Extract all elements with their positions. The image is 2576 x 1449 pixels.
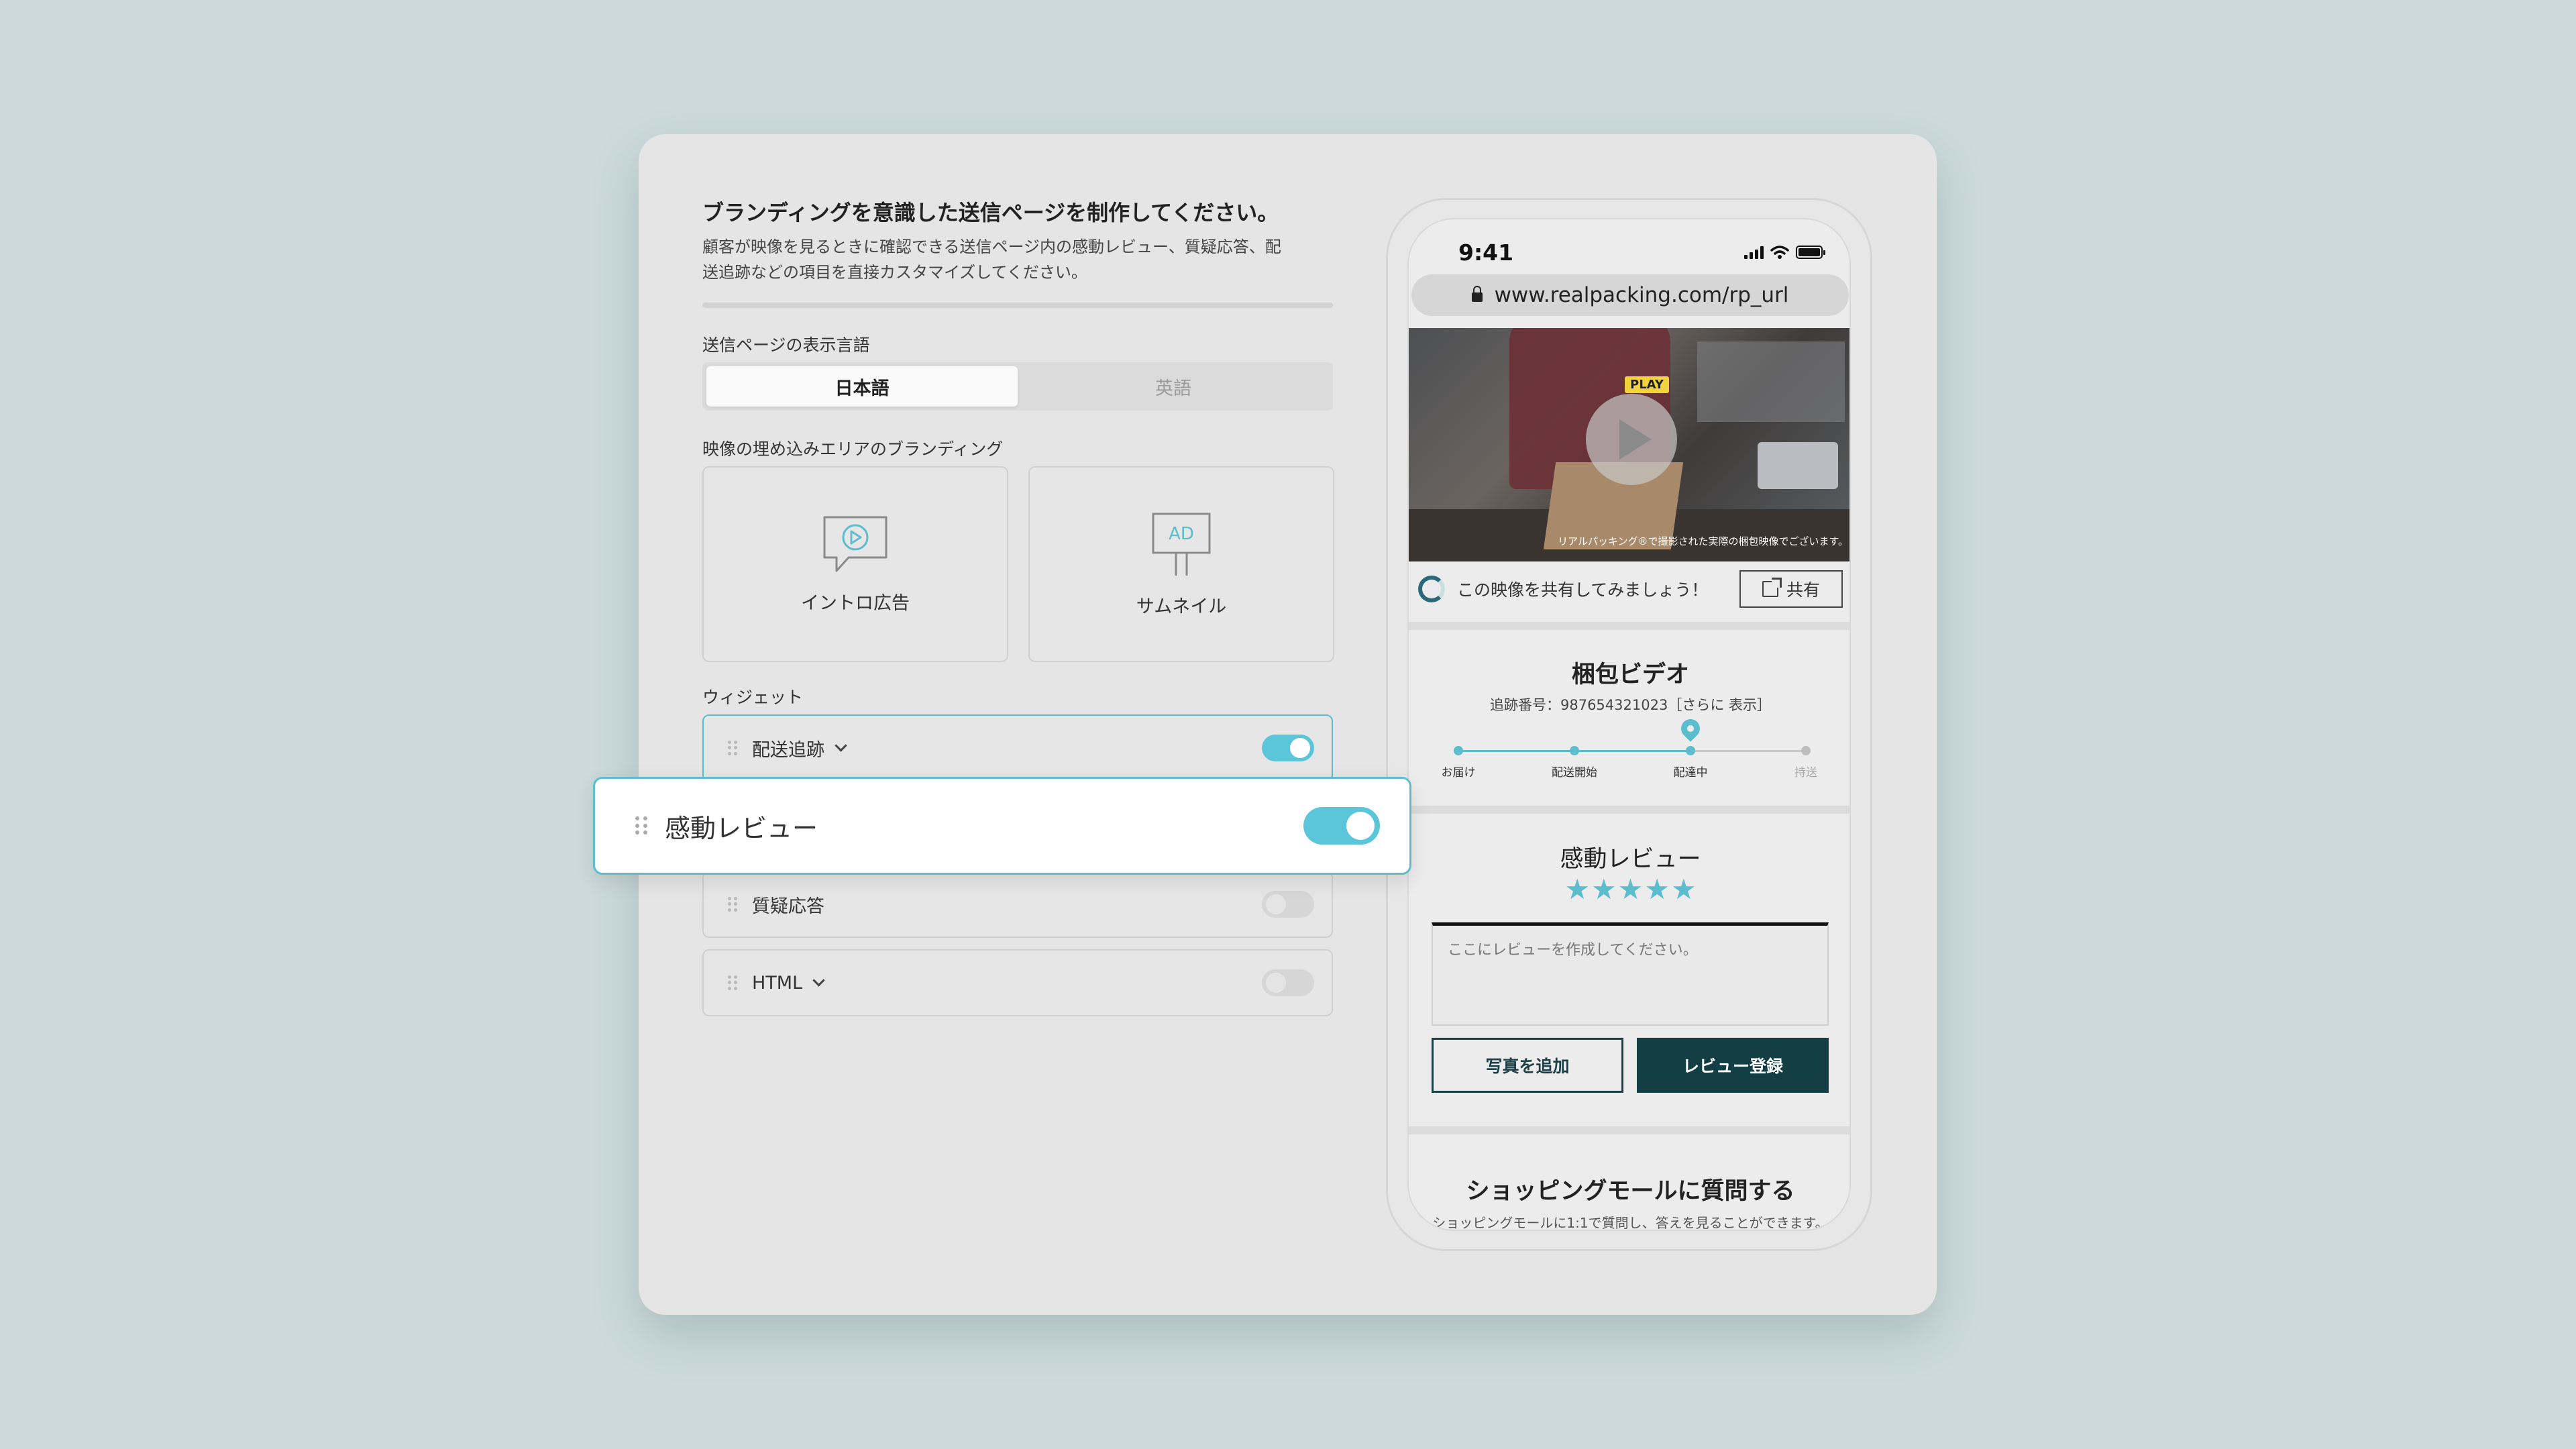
intro-ad-tile[interactable]: イントロ広告 [702, 466, 1008, 662]
chevron-down-icon[interactable] [835, 739, 847, 752]
star-icon[interactable]: ★ [1618, 875, 1644, 904]
widget-row-shipping-tracking[interactable]: 配送追跡 [702, 714, 1333, 782]
tracking-step-dot [1801, 746, 1811, 755]
share-button[interactable]: 共有 [1739, 570, 1843, 608]
status-icons [1744, 245, 1825, 260]
video-speech-bubble-icon [823, 516, 888, 572]
tracking-step-label: お届け [1441, 766, 1476, 780]
drag-handle-icon[interactable] [635, 816, 647, 835]
thumbnail-label: サムネイル [1136, 596, 1227, 617]
review-title: 感動レビュー [1560, 846, 1701, 873]
language-option-japanese[interactable]: 日本語 [706, 366, 1018, 407]
tracking-step-label: 配送開始 [1552, 766, 1597, 780]
chevron-down-icon[interactable] [812, 973, 825, 987]
tracking-step-dot [1454, 746, 1463, 755]
packing-video-title: 梱包ビデオ [1571, 661, 1689, 688]
ad-sign-text: AD [1169, 524, 1194, 544]
tracking-step-label: 配達中 [1673, 766, 1708, 780]
tracking-step-label: 持送 [1794, 766, 1817, 780]
location-pin-icon [1677, 715, 1704, 742]
star-icon[interactable]: ★ [1671, 875, 1697, 904]
mall-question-subtitle: ショッピングモールに1:1で質問し、答えを見ることができます。 [1432, 1215, 1829, 1231]
share-prompt: この映像を共有してみましょう！ [1457, 580, 1709, 600]
tracking-step-dot [1686, 746, 1695, 755]
branding-label: 映像の埋め込みエリアのブランディング [702, 439, 1004, 459]
toggle-shipping-tracking[interactable] [1262, 735, 1314, 761]
thumbnail-tile[interactable]: AD サムネイル [1028, 466, 1334, 662]
widget-label-review: 感動レビュー [665, 813, 818, 843]
status-time: 9:41 [1458, 239, 1514, 266]
widget-label-qa: 質疑応答 [752, 896, 824, 917]
settings-panel: ブランディングを意識した送信ページを制作してください。 顧客が映像を見るときに確… [702, 198, 1334, 1016]
play-icon [1619, 419, 1652, 460]
section-separator [1409, 806, 1849, 814]
tracking-number[interactable]: 追跡番号：987654321023［さらに 表示］ [1409, 694, 1849, 714]
language-option-english[interactable]: 英語 [1018, 366, 1329, 407]
language-segmented-control: 日本語 英語 [702, 362, 1333, 411]
panel-title: ブランディングを意識した送信ページを制作してください。 [702, 200, 1279, 225]
section-separator [1409, 622, 1849, 630]
widget-row-qa[interactable]: 質疑応答 [702, 871, 1333, 938]
share-row: この映像を共有してみましょう！ 共有 [1409, 561, 1849, 616]
play-button[interactable] [1586, 394, 1677, 485]
wifi-icon [1770, 246, 1789, 259]
drag-handle-icon[interactable] [728, 897, 737, 912]
ad-sign-icon: AD [1152, 513, 1211, 576]
star-icon[interactable]: ★ [1564, 875, 1590, 904]
phone-screen: 9:41 www.realpacking.com/rp_url PLAY リアル… [1407, 218, 1851, 1231]
section-separator [1409, 1126, 1849, 1134]
signal-icon [1744, 246, 1764, 259]
toggle-review[interactable] [1303, 807, 1380, 845]
star-icon[interactable]: ★ [1644, 875, 1670, 904]
url-text: www.realpacking.com/rp_url [1494, 283, 1789, 307]
star-icon[interactable]: ★ [1591, 875, 1617, 904]
loading-spinner-icon [1418, 576, 1445, 602]
video-caption: リアルパッキング®で撮影された実際の梱包映像でございます。 [1558, 535, 1848, 547]
star-rating[interactable]: ★ ★ ★ ★ ★ [1409, 875, 1849, 904]
divider [702, 303, 1333, 308]
widget-label-html: HTML [752, 972, 803, 994]
share-button-label: 共有 [1786, 580, 1820, 600]
toggle-html[interactable] [1262, 969, 1314, 996]
panel-description: 顧客が映像を見るときに確認できる送信ページ内の感動レビュー、質疑応答、配送追跡な… [702, 237, 1281, 282]
url-bar[interactable]: www.realpacking.com/rp_url [1411, 274, 1849, 316]
tracking-step-dot [1570, 746, 1579, 755]
external-share-icon [1762, 578, 1782, 597]
battery-icon [1796, 246, 1825, 259]
intro-ad-label: イントロ広告 [801, 592, 910, 614]
toggle-qa[interactable] [1262, 891, 1314, 918]
widget-label: ウィジェット [702, 688, 804, 707]
widget-row-html[interactable]: HTML [702, 949, 1333, 1016]
add-photo-button[interactable]: 写真を追加 [1432, 1038, 1623, 1093]
lock-icon [1471, 286, 1483, 302]
video-frame-laptop [1758, 442, 1838, 489]
review-textarea[interactable]: ここにレビューを作成してください。 [1432, 922, 1829, 1026]
submit-review-button[interactable]: レビュー登録 [1637, 1038, 1829, 1093]
video-player[interactable]: PLAY リアルパッキング®で撮影された実際の梱包映像でございます。 [1409, 328, 1849, 561]
play-tag: PLAY [1625, 376, 1669, 393]
video-frame-shelf [1697, 341, 1845, 422]
widget-label-shipping-tracking: 配送追跡 [752, 739, 824, 761]
language-label: 送信ページの表示言語 [702, 335, 870, 355]
mall-question-title: ショッピングモールに質問する [1466, 1178, 1795, 1205]
drag-handle-icon[interactable] [728, 975, 737, 990]
drag-handle-icon[interactable] [728, 741, 737, 755]
widget-row-review-dragging[interactable]: 感動レビュー [593, 777, 1411, 875]
